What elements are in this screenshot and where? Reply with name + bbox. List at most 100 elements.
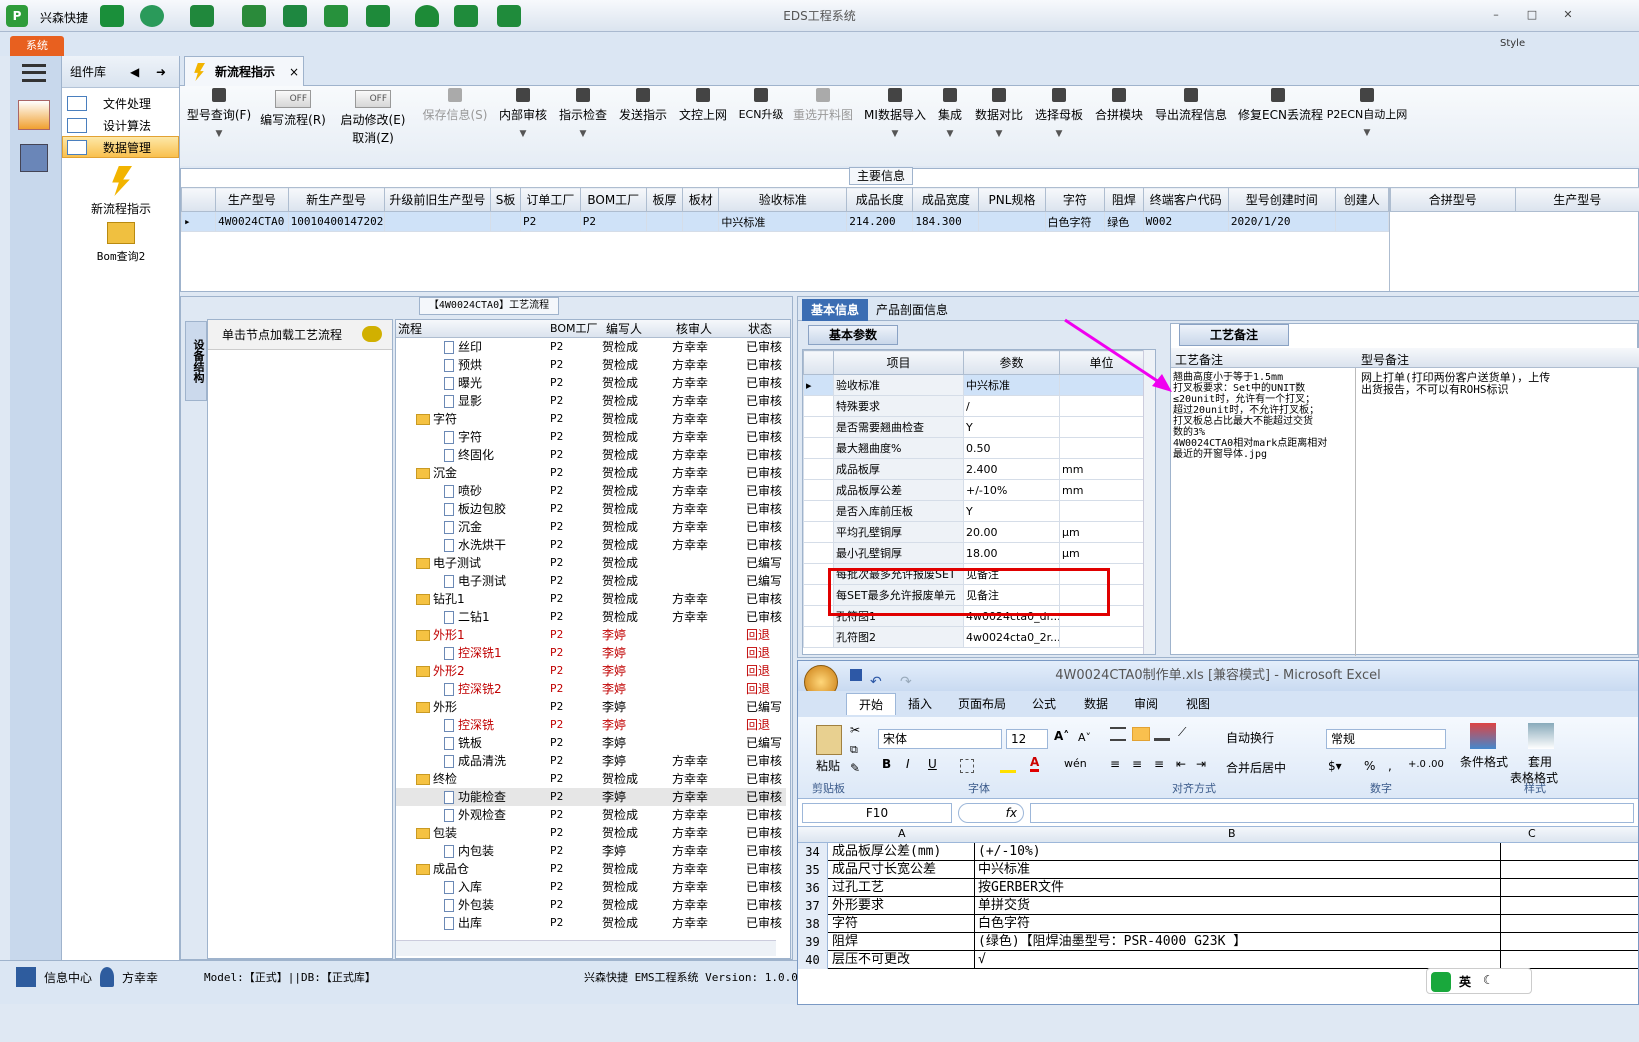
phonetic-icon[interactable]: wén <box>1064 757 1087 770</box>
tree-node-label[interactable]: 入库 <box>444 878 482 896</box>
tree-row[interactable]: 外形1 P2 李婷 回退 <box>396 626 786 644</box>
column-header[interactable]: 状态 <box>748 320 772 338</box>
column-header-c[interactable]: C <box>1528 827 1536 840</box>
table-cell[interactable]: 10010400147202 <box>287 211 385 232</box>
tree-node-label[interactable]: 外包装 <box>444 896 494 914</box>
row-number[interactable]: 39 <box>798 933 828 951</box>
tree-row[interactable]: 入库 P2 贺检成 方幸幸 已审核 <box>396 878 786 896</box>
table-cell[interactable] <box>682 211 720 232</box>
row-indicator-icon[interactable]: ▸ <box>180 211 217 232</box>
cell-a[interactable]: 层压不可更改 <box>832 951 972 969</box>
conditional-format-button[interactable]: 条件格式 <box>1460 753 1508 770</box>
table-cell[interactable]: 白色字符 <box>1044 211 1106 232</box>
orientation-icon[interactable]: ⟋ <box>1178 725 1186 740</box>
fx-button[interactable]: fx <box>958 803 1024 823</box>
column-header[interactable]: 编写人 <box>606 320 642 338</box>
table-cell[interactable]: P2 <box>520 211 581 232</box>
paste-icon[interactable] <box>816 725 842 755</box>
name-box[interactable]: F10 <box>802 803 952 823</box>
column-header[interactable]: PNL规格 <box>978 187 1046 212</box>
indent-decrease-icon[interactable]: ⇤ <box>1176 757 1186 771</box>
param-item[interactable]: 成品板厚 <box>833 458 964 480</box>
comp-item-algo[interactable]: 设计算法 <box>62 114 179 136</box>
percent-icon[interactable]: % <box>1364 759 1375 773</box>
font-name-select[interactable]: 宋体 <box>878 729 1002 749</box>
column-header[interactable]: 成品长度 <box>846 187 914 212</box>
column-header[interactable]: 阻焊 <box>1104 187 1144 212</box>
reselect-cut-image-button[interactable]: 重选开料图 <box>792 86 854 162</box>
column-header[interactable]: 型号创建时间 <box>1227 187 1336 212</box>
row-indicator[interactable] <box>803 542 834 564</box>
tree-row[interactable]: 沉金 P2 贺检成 方幸幸 已审核 <box>396 518 786 536</box>
row-indicator[interactable] <box>803 437 834 459</box>
tree-node-label[interactable]: 终固化 <box>444 446 494 464</box>
param-unit[interactable] <box>1059 626 1144 648</box>
pin-icon[interactable]: ➜ <box>156 56 166 88</box>
row-indicator[interactable] <box>803 626 834 648</box>
tree-node-label[interactable]: 成品清洗 <box>444 752 506 770</box>
tree-row[interactable]: 显影 P2 贺检成 方幸幸 已审核 <box>396 392 786 410</box>
align-bottom-icon[interactable] <box>1154 727 1170 741</box>
param-row[interactable]: 成品板厚 2.400 mm <box>803 458 1144 480</box>
tab-formulas[interactable]: 公式 <box>1032 695 1056 712</box>
table-cell[interactable]: 绿色 <box>1104 211 1144 232</box>
tree-row[interactable]: 喷砂 P2 贺检成 方幸幸 已审核 <box>396 482 786 500</box>
tree-row[interactable]: 成品仓 P2 贺检成 方幸幸 已审核 <box>396 860 786 878</box>
column-header[interactable]: S板 <box>490 187 522 212</box>
table-row[interactable]: ▸ 4W0024CTA0 10010400147202 P2 P2 中兴标准 214.200… <box>180 211 1390 232</box>
tree-row[interactable]: 功能检查 P2 李婷 方幸幸 已审核 <box>396 788 786 806</box>
save-info-button[interactable]: 保存信息(S) <box>420 86 490 162</box>
align-top-icon[interactable] <box>1110 727 1126 741</box>
tree-node-label[interactable]: 二钻1 <box>444 608 490 626</box>
tree-row[interactable]: 终固化 P2 贺检成 方幸幸 已审核 <box>396 446 786 464</box>
param-value[interactable]: 2.400 <box>963 458 1060 480</box>
tree-row[interactable]: 外观检查 P2 贺检成 方幸幸 已审核 <box>396 806 786 824</box>
cut-icon[interactable]: ✂ <box>850 723 860 737</box>
tree-row[interactable]: 钻孔1 P2 贺检成 方幸幸 已审核 <box>396 590 786 608</box>
cell-a[interactable]: 过孔工艺 <box>832 879 972 897</box>
tab-insert[interactable]: 插入 <box>908 695 932 712</box>
param-unit[interactable] <box>1059 437 1144 459</box>
tree-row[interactable]: 电子测试 P2 贺检成 已编写 <box>396 572 786 590</box>
tree-row[interactable]: 控深铣1 P2 李婷 回退 <box>396 644 786 662</box>
tree-node-label[interactable]: 预烘 <box>444 356 482 374</box>
paste-button[interactable]: 粘贴 <box>816 757 840 774</box>
align-right-icon[interactable]: ≡ <box>1154 757 1164 771</box>
row-number[interactable]: 34 <box>798 843 828 861</box>
maximize-button[interactable]: □ <box>1524 8 1540 22</box>
tab-view[interactable]: 视图 <box>1186 695 1210 712</box>
param-unit[interactable]: μm <box>1059 521 1144 543</box>
column-header[interactable]: 升级前旧生产型号 <box>383 187 492 212</box>
increase-decimal-icon[interactable]: +.0 <box>1408 759 1426 770</box>
table-cell[interactable] <box>383 211 492 232</box>
cell-b[interactable]: 单拼交货 <box>978 897 1498 915</box>
row-number[interactable]: 37 <box>798 897 828 915</box>
tab-close-icon[interactable]: × <box>289 57 299 87</box>
param-item[interactable]: 成品板厚公差 <box>833 479 964 501</box>
tree-node-label[interactable]: 终检 <box>416 770 457 788</box>
tab-home[interactable]: 开始 <box>846 693 897 715</box>
param-row[interactable]: 是否入库前压板 Y <box>803 500 1144 522</box>
menu-icon[interactable] <box>22 64 46 82</box>
ime-language[interactable]: 英 <box>1459 973 1471 990</box>
chevron-left-icon[interactable]: ◀ <box>130 56 139 88</box>
param-item[interactable]: 是否需要翘曲检查 <box>833 416 964 438</box>
italic-button[interactable]: I <box>906 757 910 771</box>
param-unit[interactable]: mm <box>1059 458 1144 480</box>
table-format-icon[interactable] <box>1528 723 1554 749</box>
table-cell[interactable]: 214.200 <box>846 211 914 232</box>
param-value[interactable]: Y <box>963 416 1060 438</box>
column-header[interactable]: 成品宽度 <box>912 187 980 212</box>
tree-row[interactable]: 外形 P2 李婷 已编写 <box>396 698 786 716</box>
param-item[interactable]: 是否入库前压板 <box>833 500 964 522</box>
table-cell[interactable]: W002 <box>1142 211 1229 232</box>
tree-node-label[interactable]: 电子测试 <box>416 554 481 572</box>
style-label[interactable]: Style <box>1500 38 1525 49</box>
tab-page-layout[interactable]: 页面布局 <box>958 695 1006 712</box>
cell-b[interactable]: √ <box>978 951 1498 969</box>
tree-row[interactable]: 外包装 P2 贺检成 方幸幸 已审核 <box>396 896 786 914</box>
tree-row[interactable]: 水洗烘干 P2 贺检成 方幸幸 已审核 <box>396 536 786 554</box>
align-center-icon[interactable]: ≡ <box>1132 757 1142 771</box>
table-cell[interactable]: 2020/1/20 <box>1227 211 1336 232</box>
system-tab[interactable]: 系统 <box>10 36 64 56</box>
